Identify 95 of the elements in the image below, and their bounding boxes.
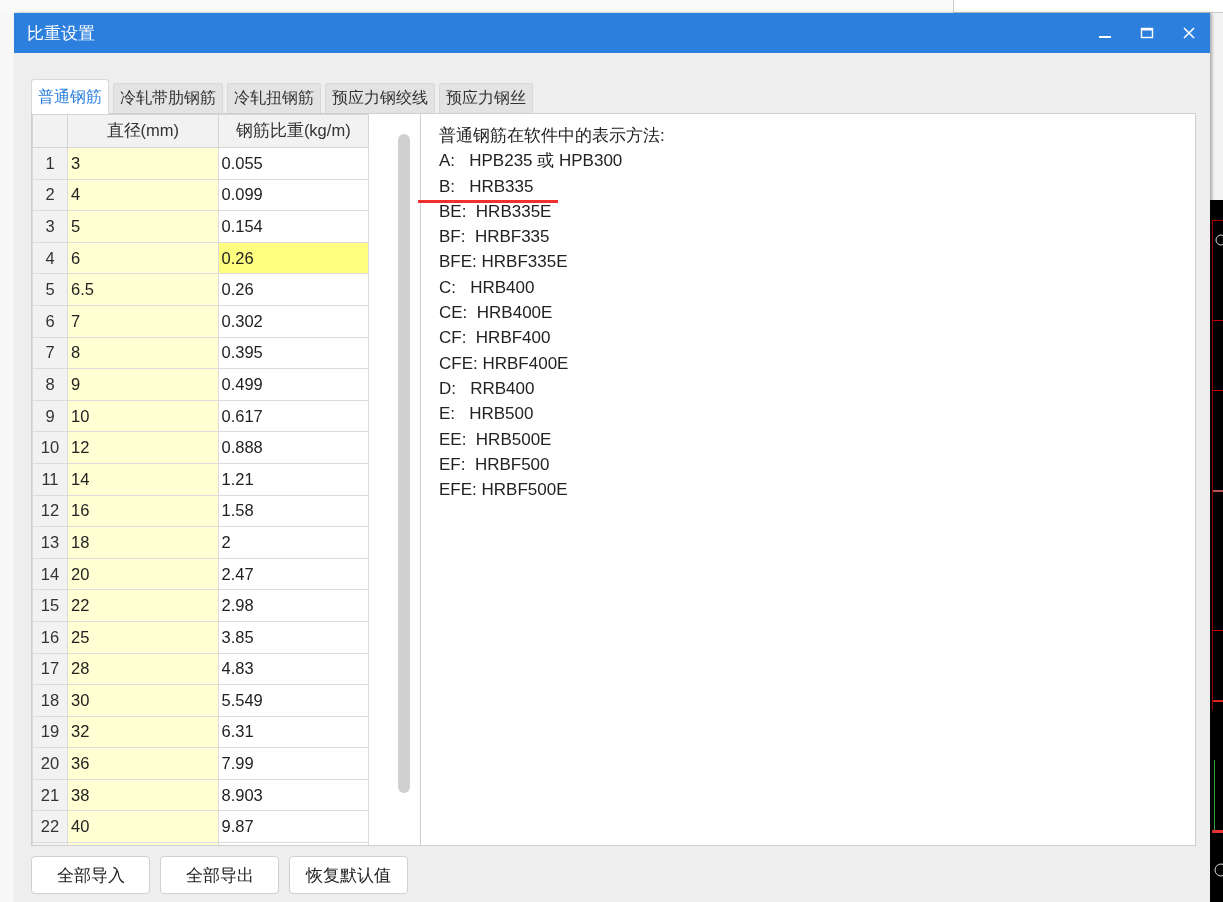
row-number: 6 <box>32 305 68 338</box>
notation-line: D: RRB400 <box>439 377 535 400</box>
table-cell[interactable]: 2 <box>218 526 369 559</box>
dialog-button[interactable]: 全部导出 <box>160 856 279 894</box>
table-cell[interactable]: 0.26 <box>218 273 369 306</box>
row-number: 20 <box>32 747 68 780</box>
tab[interactable]: 预应力钢绞线 <box>325 83 435 113</box>
notation-line: E: HRB500 <box>439 403 534 426</box>
window-title: 比重设置 <box>27 22 95 45</box>
tab[interactable]: 冷轧扭钢筋 <box>227 83 321 113</box>
table-cell[interactable]: 0.617 <box>218 400 369 432</box>
row-number: 3 <box>32 210 68 243</box>
table-cell[interactable]: 5 <box>67 210 218 243</box>
notation-line: CE: HRB400E <box>439 302 553 325</box>
row-number: 10 <box>32 431 68 464</box>
column-header: 直径(mm) <box>67 114 218 148</box>
column-header: 钢筋比重(kg/m) <box>218 114 369 148</box>
row-number: 4 <box>32 242 68 274</box>
row-number: 21 <box>32 779 68 811</box>
table-cell[interactable]: 25 <box>67 621 218 653</box>
table-cell[interactable]: 12 <box>67 431 218 464</box>
table-cell[interactable]: 7.99 <box>218 747 369 780</box>
table-cell[interactable]: 8.903 <box>218 779 369 811</box>
table-cell[interactable]: 6 <box>67 242 218 274</box>
dialog-button[interactable]: 全部导入 <box>31 856 150 894</box>
row-number: 17 <box>32 653 68 685</box>
close-icon[interactable] <box>1182 26 1196 40</box>
table-cell[interactable]: 22 <box>67 589 218 622</box>
row-number: 9 <box>32 400 68 432</box>
table-cell[interactable]: 14 <box>67 463 218 496</box>
table-cell[interactable]: 0.055 <box>218 147 369 180</box>
notation-line: A: HPB235 或 HPB300 <box>439 150 623 173</box>
row-number: 5 <box>32 273 68 306</box>
row-number: 12 <box>32 495 68 527</box>
table-cell[interactable]: 36 <box>67 747 218 780</box>
table-cell[interactable]: 9.87 <box>218 810 369 843</box>
notation-line: BFE: HRBF335E <box>439 251 568 274</box>
row-number: 15 <box>32 589 68 622</box>
row-number: 13 <box>32 526 68 559</box>
table-cell[interactable]: 9 <box>67 368 218 401</box>
table-cell[interactable]: 4 <box>67 179 218 211</box>
table-cell[interactable]: 8 <box>67 337 218 369</box>
notation-line: EE: HRB500E <box>439 428 552 451</box>
table-cell[interactable]: 28 <box>67 653 218 685</box>
table-cell[interactable]: 6.5 <box>67 273 218 306</box>
row-number: 16 <box>32 621 68 653</box>
maximize-icon[interactable] <box>1140 26 1154 40</box>
tab[interactable]: 冷轧带肋钢筋 <box>113 83 223 113</box>
table-cell[interactable]: 4.83 <box>218 653 369 685</box>
table-cell[interactable]: 38 <box>67 779 218 811</box>
row-number: 18 <box>32 684 68 717</box>
table-cell[interactable]: 0.26 <box>218 242 369 274</box>
table-cell[interactable]: 0.302 <box>218 305 369 338</box>
table-cell[interactable]: 20 <box>67 558 218 590</box>
table-cell[interactable]: 2.47 <box>218 558 369 590</box>
table-cell[interactable]: 3 <box>67 147 218 180</box>
row-number: 2 <box>32 179 68 211</box>
table-cell[interactable]: 18 <box>67 526 218 559</box>
row-number: 14 <box>32 558 68 590</box>
table-cell[interactable]: 3.85 <box>218 621 369 653</box>
notation-line: EFE: HRBF500E <box>439 479 568 502</box>
notation-line: EF: HRBF500 <box>439 453 550 476</box>
row-number: 11 <box>32 463 68 496</box>
table-cell[interactable]: 10 <box>67 400 218 432</box>
notation-line: C: HRB400 <box>439 276 535 299</box>
table-cell[interactable]: 32 <box>67 716 218 748</box>
table-cell[interactable]: 0.499 <box>218 368 369 401</box>
tab[interactable]: 普通钢筋 <box>31 79 109 114</box>
table-cell[interactable]: 0.888 <box>218 431 369 464</box>
row-number: 7 <box>32 337 68 369</box>
table-cell[interactable]: 40 <box>67 810 218 843</box>
table-cell[interactable]: 0.099 <box>218 179 369 211</box>
table-cell[interactable]: 16 <box>67 495 218 527</box>
table-cell[interactable]: 7 <box>67 305 218 338</box>
row-number: 22 <box>32 810 68 843</box>
scrollbar-thumb[interactable] <box>398 134 410 793</box>
notation-line: BE: HRB335E <box>439 200 552 223</box>
table-cell[interactable]: 30 <box>67 684 218 717</box>
table-cell[interactable]: 6.31 <box>218 716 369 748</box>
notation-line: BF: HRBF335 <box>439 226 550 249</box>
dialog-button[interactable]: 恢复默认值 <box>289 856 408 894</box>
table-cell[interactable]: 0.154 <box>218 210 369 243</box>
tab[interactable]: 预应力钢丝 <box>439 83 533 113</box>
table-cell[interactable]: 1.21 <box>218 463 369 496</box>
notation-line: B: HRB335 <box>439 175 534 198</box>
row-number: 19 <box>32 716 68 748</box>
row-number: 8 <box>32 368 68 401</box>
table-cell[interactable]: 0.395 <box>218 337 369 369</box>
notation-line: CFE: HRBF400E <box>439 352 569 375</box>
notation-line: CF: HRBF400 <box>439 327 551 350</box>
table-cell[interactable]: 2.98 <box>218 589 369 622</box>
table-cell[interactable]: 1.58 <box>218 495 369 527</box>
row-number: 1 <box>32 147 68 180</box>
notation-heading: 普通钢筋在软件中的表示方法: <box>439 125 665 147</box>
table-cell[interactable]: 5.549 <box>218 684 369 717</box>
